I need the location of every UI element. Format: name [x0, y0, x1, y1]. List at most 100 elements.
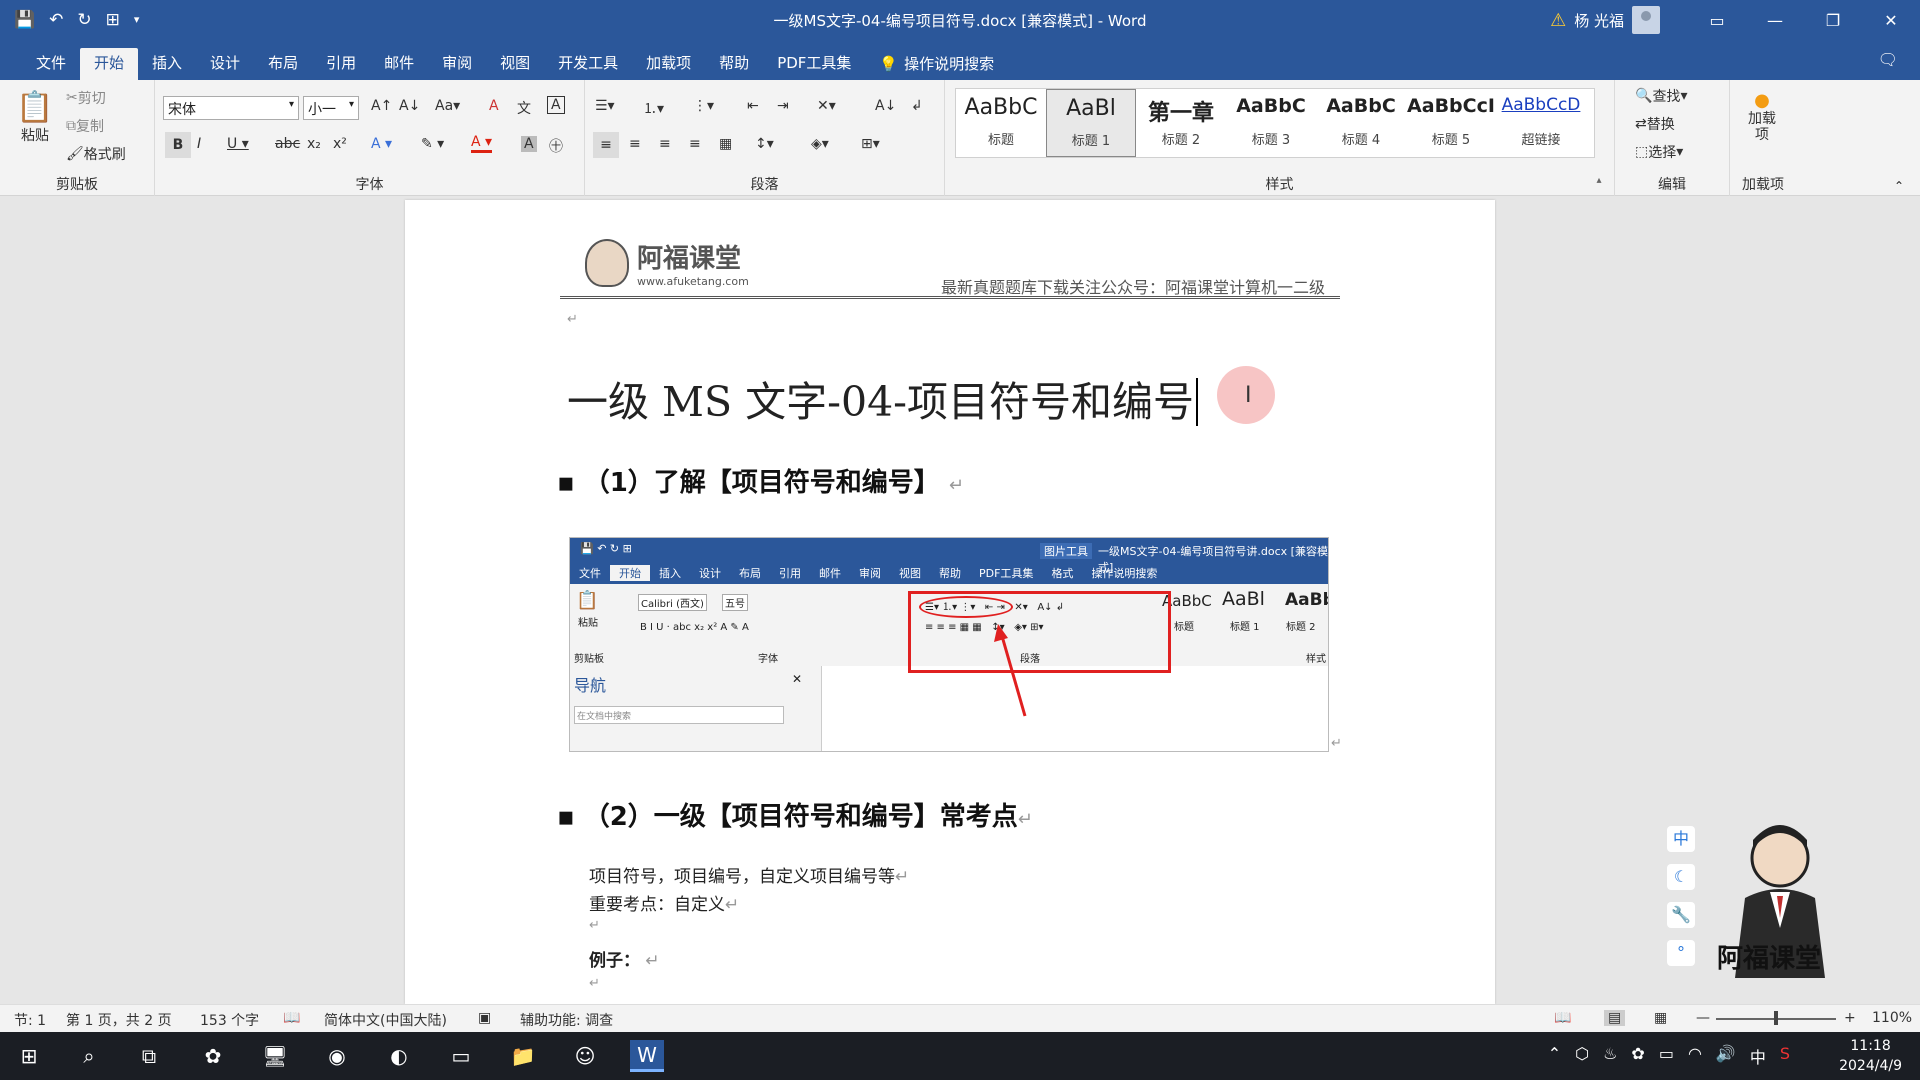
app-flower-icon[interactable]: ✿	[196, 1040, 230, 1072]
zoom-level[interactable]: 110%	[1872, 1010, 1912, 1026]
shading-icon[interactable]: ◈▾	[811, 136, 829, 152]
color-app-icon[interactable]: ◐	[382, 1040, 416, 1072]
settings-dots-icon[interactable]: °	[1667, 940, 1695, 966]
highlight-icon[interactable]: ✎ ▾	[421, 136, 444, 152]
increase-indent-icon[interactable]: ⇥	[777, 98, 789, 114]
avatar-app-icon[interactable]: ☺	[568, 1040, 602, 1072]
tab-6[interactable]: 邮件	[370, 48, 428, 80]
cut-button[interactable]: ✂ 剪切	[66, 88, 106, 108]
status-language[interactable]: 简体中文(中国大陆)	[324, 1010, 447, 1030]
moon-icon[interactable]: ☾	[1667, 864, 1695, 890]
show-marks-icon[interactable]: ↲	[911, 98, 923, 114]
heading-1[interactable]: 一级 MS 文字-04-项目符号和编号	[567, 368, 1199, 428]
underline-icon[interactable]: U ▾	[227, 136, 249, 152]
style-item-0[interactable]: AaBbC 标题	[956, 89, 1046, 157]
find-button[interactable]: 🔍 查找 ▾	[1635, 86, 1687, 106]
copy-button[interactable]: ⧉ 复制	[66, 116, 104, 136]
align-right-icon[interactable]: ≡	[659, 136, 671, 152]
justify-icon[interactable]: ≡	[689, 136, 701, 152]
char-shading-icon[interactable]: A	[521, 136, 537, 152]
font-name-box[interactable]: 宋体 ▾	[163, 96, 299, 120]
body-line-1[interactable]: 项目符号，项目编号，自定义项目编号等↵	[589, 862, 909, 887]
numbering-icon[interactable]: ⒈▾	[643, 98, 664, 118]
status-words[interactable]: 153 个字	[200, 1010, 259, 1030]
minimize-icon[interactable]: —	[1746, 11, 1804, 30]
select-button[interactable]: ⬚ 选择 ▾	[1635, 142, 1683, 162]
ime-tray[interactable]: 中	[1750, 1044, 1766, 1068]
tab-9[interactable]: 开发工具	[544, 48, 632, 80]
line-spacing-icon[interactable]: ↕▾	[755, 136, 774, 152]
tab-1[interactable]: 开始	[80, 48, 139, 80]
distribute-icon[interactable]: ▦	[719, 136, 732, 152]
restore-icon[interactable]: ❐	[1804, 11, 1862, 30]
replace-button[interactable]: ⇄ 替换	[1635, 114, 1675, 134]
align-left-icon[interactable]: ≡	[593, 132, 619, 158]
proofing-icon[interactable]: 📖	[283, 1010, 300, 1026]
tray-cube-icon[interactable]: ⬡	[1575, 1044, 1589, 1068]
char-border-icon[interactable]: A	[547, 96, 565, 114]
tab-12[interactable]: PDF工具集	[763, 48, 865, 80]
word-icon[interactable]: W	[630, 1040, 664, 1072]
comments-icon[interactable]: 🗨	[1878, 50, 1898, 69]
volume-icon[interactable]: 🔊	[1716, 1044, 1736, 1068]
clock[interactable]: 11:18 2024/4/9	[1839, 1036, 1902, 1076]
status-section[interactable]: 节: 1	[14, 1010, 46, 1030]
bullets-icon[interactable]: ☰▾	[595, 98, 615, 114]
multilevel-list-icon[interactable]: ⋮▾	[693, 98, 714, 114]
style-item-4[interactable]: AaBbC 标题 4	[1316, 89, 1406, 157]
heading-2-understand[interactable]: ▪ （1）了解【项目符号和编号】 ↵	[557, 462, 964, 499]
example-label[interactable]: 例子： ↵	[589, 946, 660, 971]
document-page[interactable]: 阿福课堂 www.afuketang.com 最新真题题库下载关注公众号：阿福课…	[405, 200, 1495, 1004]
zoom-in-icon[interactable]: +	[1844, 1010, 1856, 1026]
status-page[interactable]: 第 1 页，共 2 页	[66, 1010, 172, 1030]
web-layout-icon[interactable]: ▦	[1654, 1010, 1667, 1026]
paste-button[interactable]: 📋 粘贴	[12, 90, 58, 145]
addins-button[interactable]: ● 加载项	[1742, 90, 1782, 143]
embedded-screenshot[interactable]: 💾 ↶ ↻ ⊞ 图片工具 一级MS文字-04-编号项目符号讲.docx [兼容模…	[569, 537, 1329, 752]
ribbon-display-icon[interactable]: ▭	[1688, 11, 1746, 30]
decrease-indent-icon[interactable]: ⇤	[747, 98, 759, 114]
change-case-icon[interactable]: Aa▾	[435, 98, 460, 114]
app-screen-icon[interactable]: 🖥	[258, 1040, 292, 1072]
avatar[interactable]	[1632, 6, 1660, 34]
tell-me-search[interactable]: 💡 操作说明搜索	[865, 48, 1008, 80]
italic-icon[interactable]: I	[197, 136, 201, 152]
phonetic-icon[interactable]: 文	[517, 98, 531, 118]
clear-format-icon[interactable]: A	[489, 98, 499, 114]
bold-icon[interactable]: B	[165, 132, 191, 158]
document-workspace[interactable]: 阿福课堂 www.afuketang.com 最新真题题库下载关注公众号：阿福课…	[0, 196, 1920, 1004]
style-item-5[interactable]: AaBbCcI 标题 5	[1406, 89, 1496, 157]
tab-5[interactable]: 引用	[312, 48, 370, 80]
tab-11[interactable]: 帮助	[705, 48, 763, 80]
user-area[interactable]: ⚠ 杨 光福	[1550, 6, 1660, 34]
style-item-1[interactable]: AaBl 标题 1	[1046, 89, 1136, 157]
tray-expand-icon[interactable]: ⌃	[1548, 1044, 1561, 1068]
zoom-thumb[interactable]	[1774, 1011, 1778, 1025]
strikethrough-icon[interactable]: abc	[275, 136, 300, 152]
tray-flower-icon[interactable]: ✿	[1631, 1044, 1644, 1068]
style-item-6[interactable]: AaBbCcD 超链接	[1496, 89, 1586, 157]
chinese-layout-icon[interactable]: ✕▾	[817, 98, 836, 114]
close-icon[interactable]: ✕	[1862, 11, 1920, 30]
warning-icon[interactable]: ⚠	[1550, 10, 1566, 31]
macro-icon[interactable]: ▣	[478, 1010, 491, 1026]
print-layout-icon[interactable]: ▤	[1604, 1010, 1626, 1026]
font-size-box[interactable]: 小一 ▾	[303, 96, 359, 120]
tab-0[interactable]: 文件	[22, 48, 80, 80]
sogou-icon[interactable]: S	[1780, 1044, 1790, 1068]
tab-10[interactable]: 加载项	[632, 48, 705, 80]
superscript-icon[interactable]: x²	[333, 136, 347, 152]
status-accessibility[interactable]: 辅助功能: 调查	[520, 1010, 613, 1030]
read-mode-icon[interactable]: 📖	[1554, 1010, 1571, 1026]
task-view-icon[interactable]: ⧉	[132, 1040, 166, 1072]
tab-7[interactable]: 审阅	[428, 48, 486, 80]
search-icon[interactable]: ⌕	[72, 1040, 106, 1072]
format-painter-button[interactable]: 🖌 格式刷	[66, 144, 126, 164]
body-line-2[interactable]: 重要考点：自定义↵	[589, 890, 739, 915]
style-item-3[interactable]: AaBbC 标题 3	[1226, 89, 1316, 157]
photo-app-icon[interactable]: ▭	[444, 1040, 478, 1072]
windows-start-icon[interactable]: ⊞	[12, 1040, 46, 1072]
tab-8[interactable]: 视图	[486, 48, 544, 80]
align-center-icon[interactable]: ≡	[629, 136, 641, 152]
zoom-out-icon[interactable]: —	[1696, 1010, 1710, 1026]
